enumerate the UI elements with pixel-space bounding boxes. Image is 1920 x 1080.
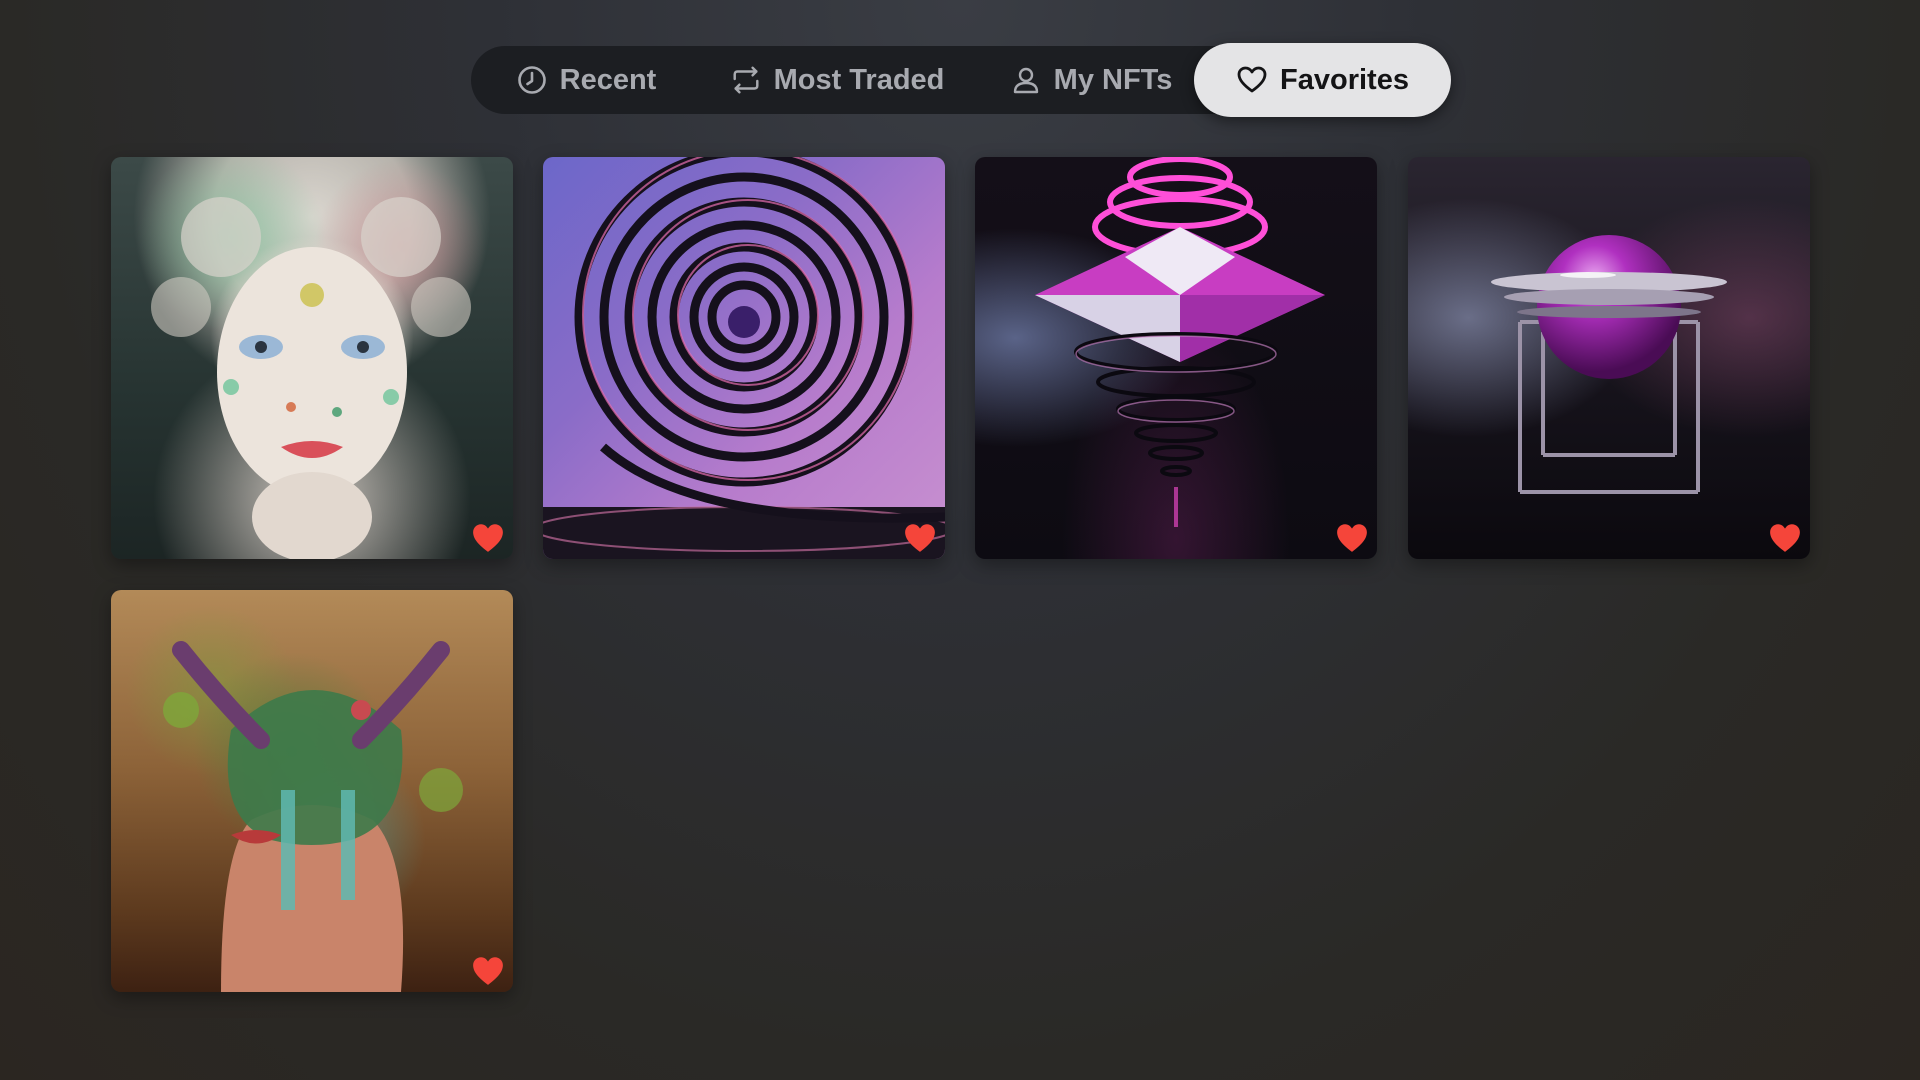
tab-recent-label: Recent bbox=[559, 63, 657, 96]
person-icon bbox=[1010, 64, 1042, 96]
tab-most-traded[interactable]: Most Traded bbox=[721, 46, 953, 114]
tab-favorites-label: Favorites bbox=[1280, 63, 1409, 96]
heart-filled-icon[interactable] bbox=[1768, 521, 1802, 555]
nft-card[interactable] bbox=[1408, 157, 1810, 559]
heart-filled-icon[interactable] bbox=[471, 954, 505, 988]
clock-icon bbox=[516, 64, 548, 96]
tab-recent[interactable]: Recent bbox=[511, 46, 661, 114]
repeat-icon bbox=[730, 64, 762, 96]
nft-artwork-neon-pyramid bbox=[975, 157, 1377, 559]
nft-artwork-psychedelic-portrait bbox=[111, 157, 513, 559]
nft-card[interactable] bbox=[543, 157, 945, 559]
nft-card[interactable] bbox=[975, 157, 1377, 559]
tab-favorites[interactable]: Favorites bbox=[1194, 43, 1451, 117]
heart-filled-icon[interactable] bbox=[1335, 521, 1369, 555]
tab-most-traded-label: Most Traded bbox=[773, 63, 945, 96]
nft-artwork-purple-spiral bbox=[543, 157, 945, 559]
tab-bar: Recent Most Traded My NFTs Favorites bbox=[471, 43, 1451, 117]
nft-card[interactable] bbox=[111, 590, 513, 992]
nft-artwork-purple-sphere-cage bbox=[1408, 157, 1810, 559]
heart-filled-icon[interactable] bbox=[471, 521, 505, 555]
nft-artwork-jungle-face-love bbox=[111, 590, 513, 992]
nft-card[interactable] bbox=[111, 157, 513, 559]
heart-outline-icon bbox=[1236, 64, 1268, 96]
tab-my-nfts[interactable]: My NFTs bbox=[1010, 46, 1173, 114]
heart-filled-icon[interactable] bbox=[903, 521, 937, 555]
tab-my-nfts-label: My NFTs bbox=[1053, 63, 1173, 96]
